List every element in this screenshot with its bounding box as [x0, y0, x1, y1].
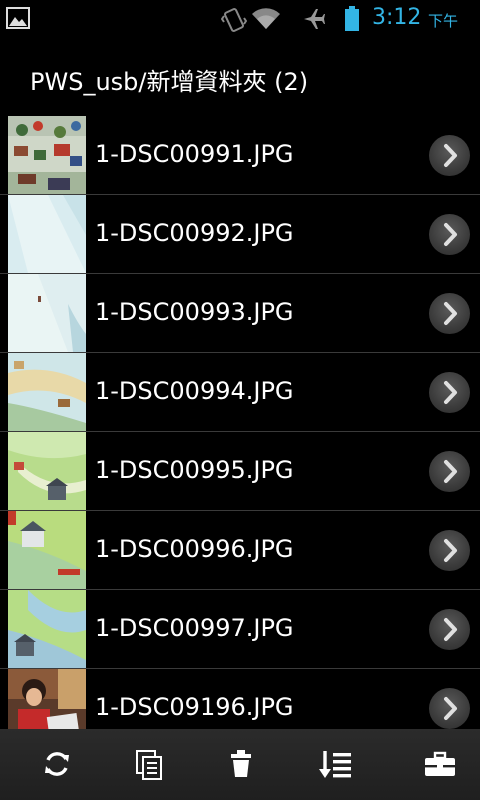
copy-button[interactable]	[101, 729, 197, 800]
chevron-right-icon[interactable]	[429, 372, 470, 413]
airplane-mode-icon	[302, 8, 326, 34]
copy-icon	[136, 750, 162, 780]
file-name: 1-DSC00993.JPG	[95, 298, 294, 326]
chevron-right-icon[interactable]	[429, 135, 470, 176]
wifi-icon	[251, 8, 281, 34]
file-row[interactable]: 1-DSC00993.JPG	[0, 274, 480, 353]
file-thumbnail	[8, 511, 86, 589]
file-thumbnail	[8, 590, 86, 668]
sort-button[interactable]	[285, 729, 381, 800]
chevron-right-icon[interactable]	[429, 214, 470, 255]
status-bar: 3:12 下午	[0, 0, 480, 38]
chevron-right-icon[interactable]	[429, 609, 470, 650]
file-row[interactable]: 1-DSC00992.JPG	[0, 195, 480, 274]
file-name: 1-DSC00991.JPG	[95, 140, 294, 168]
file-thumbnail	[8, 432, 86, 510]
file-thumbnail	[8, 669, 86, 729]
file-list[interactable]: 1-DSC00991.JPG 1-DSC00992.JPG 1-DSC00993…	[0, 116, 480, 729]
file-name: 1-DSC00995.JPG	[95, 456, 294, 484]
battery-icon	[344, 6, 360, 36]
file-row[interactable]: 1-DSC00995.JPG	[0, 432, 480, 511]
current-path: PWS_usb/新增資料夾 (2)	[30, 68, 309, 96]
file-row[interactable]: 1-DSC00991.JPG	[0, 116, 480, 195]
path-header: PWS_usb/新增資料夾 (2)	[0, 38, 480, 116]
chevron-right-icon[interactable]	[429, 688, 470, 729]
tools-icon	[425, 751, 455, 776]
chevron-right-icon[interactable]	[429, 293, 470, 334]
refresh-button[interactable]	[9, 729, 105, 800]
file-name: 1-DSC00994.JPG	[95, 377, 294, 405]
file-name: 1-DSC09196.JPG	[95, 693, 294, 721]
file-row[interactable]: 1-DSC09196.JPG	[0, 669, 480, 729]
delete-icon	[231, 750, 251, 777]
chevron-right-icon[interactable]	[429, 451, 470, 492]
delete-button[interactable]	[193, 729, 289, 800]
file-row[interactable]: 1-DSC00996.JPG	[0, 511, 480, 590]
file-thumbnail	[8, 195, 86, 273]
sort-icon	[319, 751, 351, 778]
file-row[interactable]: 1-DSC00994.JPG	[0, 353, 480, 432]
file-name: 1-DSC00992.JPG	[95, 219, 294, 247]
vibrate-icon	[220, 6, 248, 38]
bottom-toolbar	[0, 729, 480, 800]
file-thumbnail	[8, 116, 86, 194]
file-thumbnail	[8, 274, 86, 352]
file-row[interactable]: 1-DSC00997.JPG	[0, 590, 480, 669]
refresh-icon	[45, 752, 69, 776]
tools-button[interactable]	[390, 729, 480, 800]
clock-ampm: 下午	[428, 12, 459, 30]
file-thumbnail	[8, 353, 86, 431]
file-name: 1-DSC00997.JPG	[95, 614, 294, 642]
chevron-right-icon[interactable]	[429, 530, 470, 571]
gallery-icon	[6, 7, 30, 33]
file-name: 1-DSC00996.JPG	[95, 535, 294, 563]
clock-time: 3:12	[372, 5, 422, 30]
